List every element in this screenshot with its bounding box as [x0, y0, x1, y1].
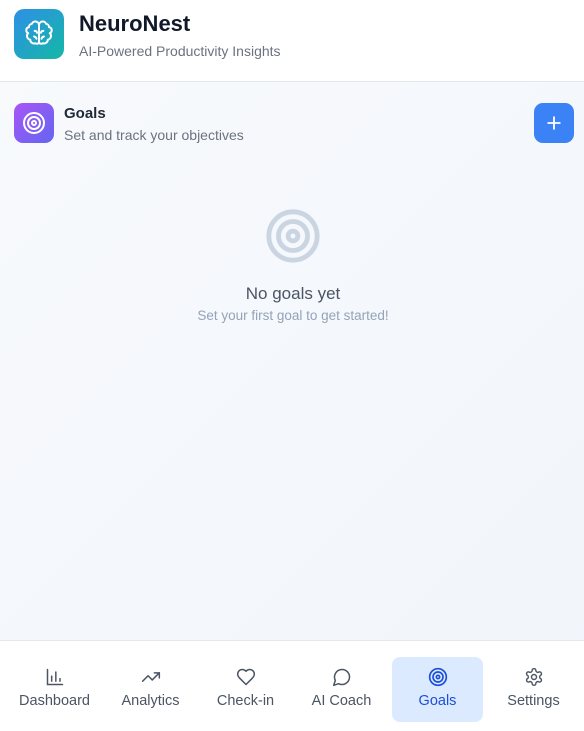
empty-state-target-icon — [264, 207, 322, 265]
nav-item-settings[interactable]: Settings — [488, 657, 579, 722]
message-circle-icon — [332, 667, 352, 687]
nav-item-check-in[interactable]: Check-in — [200, 657, 291, 722]
bottom-nav: Dashboard Analytics Check-in AI Coach Go… — [0, 640, 584, 731]
heart-icon — [236, 667, 256, 687]
nav-label: Goals — [418, 693, 457, 709]
section-title: Goals — [64, 105, 106, 122]
app-header: NeuroNest AI-Powered Productivity Insigh… — [0, 0, 584, 82]
add-goal-button[interactable] — [534, 103, 574, 143]
app-subtitle: AI-Powered Productivity Insights — [79, 43, 281, 59]
empty-state-title: No goals yet — [245, 284, 341, 303]
nav-label: Settings — [507, 693, 560, 709]
empty-state-subtitle: Set your first goal to get started! — [197, 308, 389, 323]
nav-item-ai-coach[interactable]: AI Coach — [296, 657, 387, 722]
nav-label: Analytics — [121, 693, 180, 709]
nav-item-goals[interactable]: Goals — [392, 657, 483, 722]
gear-icon — [524, 667, 544, 687]
nav-label: AI Coach — [311, 693, 372, 709]
section-subtitle: Set and track your objectives — [64, 127, 244, 143]
nav-item-dashboard[interactable]: Dashboard — [9, 657, 100, 722]
trending-up-icon — [141, 667, 161, 687]
target-icon — [428, 667, 448, 687]
target-icon — [14, 103, 54, 143]
nav-label: Dashboard — [19, 693, 90, 709]
app-title: NeuroNest — [79, 11, 191, 36]
plus-icon — [544, 113, 564, 133]
nav-label: Check-in — [216, 693, 275, 709]
brain-icon — [14, 9, 64, 59]
nav-item-analytics[interactable]: Analytics — [105, 657, 196, 722]
bar-chart-icon — [45, 667, 65, 687]
